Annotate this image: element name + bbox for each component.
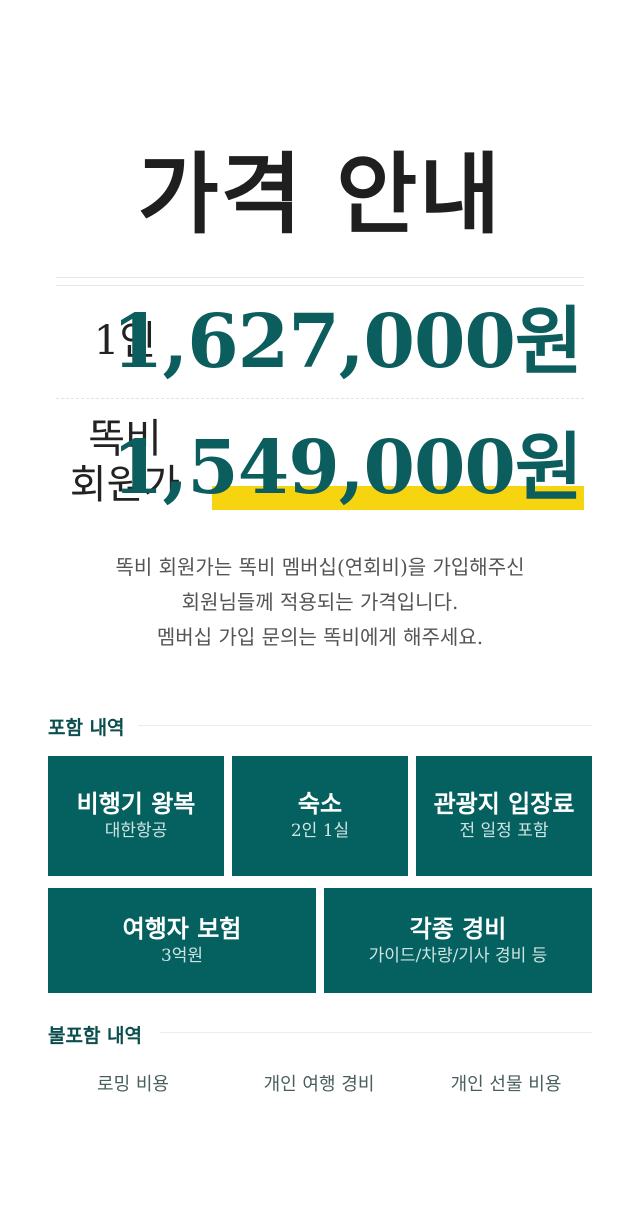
card-title: 숙소 (297, 790, 343, 818)
divider (56, 285, 584, 286)
membership-note: 똑비 회원가는 똑비 멤버십(연회비)을 가입해주신 회원님들께 적용되는 가격… (115, 555, 525, 649)
excluded-item-roaming: 로밍 비용 (97, 1074, 169, 1095)
excluded-item-personal-expenses: 개인 여행 경비 (263, 1074, 375, 1095)
included-card-expenses: 각종 경비 가이드/차량/기사 경비 등 (324, 888, 592, 993)
section-line (160, 1032, 592, 1033)
price-member: 1,549,000원 (111, 425, 583, 511)
card-sub: 3억원 (160, 945, 204, 966)
card-sub: 전 일정 포함 (459, 821, 549, 841)
included-card-flight: 비행기 왕복 대한항공 (48, 756, 224, 876)
dashed-divider (56, 398, 584, 399)
included-card-lodging: 숙소 2인 1실 (232, 756, 408, 876)
card-sub: 2인 1실 (290, 821, 350, 841)
price-single: 1,627,000원 (111, 299, 583, 385)
section-line (138, 725, 592, 726)
excluded-heading: 불포함 내역 (48, 1025, 143, 1047)
card-sub: 대한항공 (104, 821, 168, 841)
included-heading: 포함 내역 (48, 717, 125, 739)
excluded-item-gifts: 개인 선물 비용 (450, 1074, 562, 1095)
divider (56, 277, 584, 278)
page-title: 가격 안내 (137, 143, 503, 246)
included-card-insurance: 여행자 보험 3억원 (48, 888, 316, 993)
included-card-admission: 관광지 입장료 전 일정 포함 (416, 756, 592, 876)
card-title: 비행기 왕복 (76, 790, 196, 818)
card-sub: 가이드/차량/기사 경비 등 (368, 945, 548, 966)
card-title: 여행자 보험 (122, 914, 242, 943)
card-title: 각종 경비 (409, 914, 507, 943)
card-title: 관광지 입장료 (433, 790, 575, 818)
